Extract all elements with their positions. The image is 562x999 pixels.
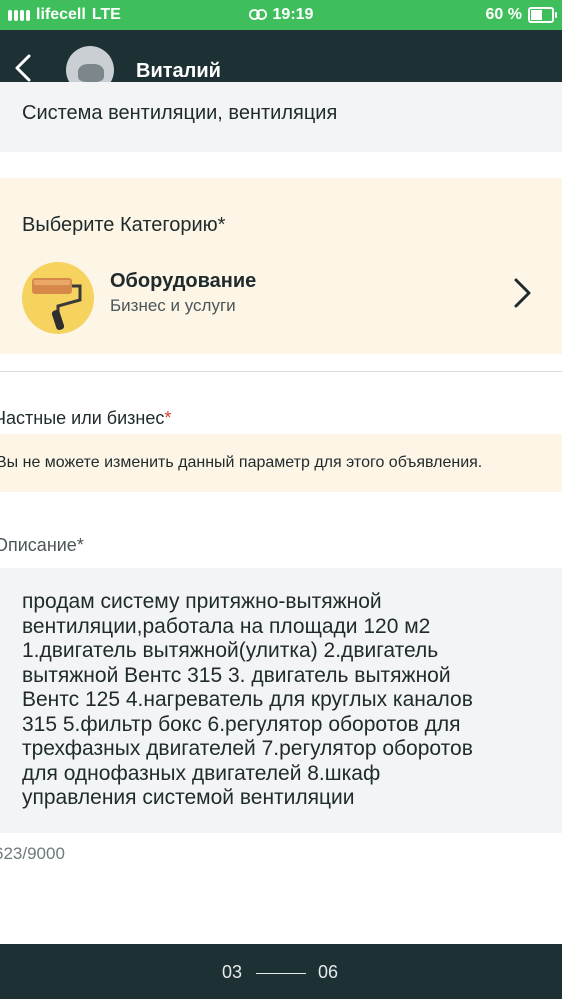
- category-name: Оборудование: [110, 270, 257, 292]
- section-divider: [0, 371, 562, 372]
- battery-fill: [531, 10, 542, 20]
- vpn-link-icon: [248, 9, 267, 20]
- required-mark: *: [164, 408, 172, 428]
- description-line: продам систему притяжно-вытяжной: [22, 590, 382, 613]
- status-bar: lifecell LTE 19:19 60 %: [0, 0, 562, 30]
- clock: 19:19: [272, 6, 314, 23]
- battery-icon: [528, 7, 557, 23]
- category-label: Выберите Категорию*: [22, 214, 226, 236]
- ad-title-value: Система вентиляции, вентиляция: [22, 102, 338, 124]
- status-center: 19:19: [0, 6, 562, 24]
- description-label: Описание*: [0, 535, 84, 555]
- business-type-notice: Вы не можете изменить данный параметр дл…: [0, 434, 562, 492]
- image-pager: 03 06: [0, 944, 562, 999]
- description-line: 1.двигатель вытяжной(улитка) 2.двигатель: [22, 639, 439, 662]
- pager-current: 03: [222, 962, 243, 982]
- user-name[interactable]: Виталий: [136, 60, 221, 83]
- description-line: вытяжной Вентс 315 3. двигатель вытяжной: [22, 663, 451, 687]
- category-section[interactable]: Выберите Категорию* Оборудование Бизнес …: [0, 178, 562, 354]
- avatar-placeholder-icon: [78, 64, 104, 82]
- business-type-label: Частные или бизнес*: [0, 408, 171, 429]
- pager-total: 06: [318, 962, 339, 982]
- ad-form-screenshot: Система вентиляции, вентиляция Выберите …: [0, 82, 562, 944]
- description-line: вентиляции,работала на площади 120 м2: [22, 614, 431, 638]
- chat-header: Виталий: [0, 30, 562, 94]
- back-arrow-icon[interactable]: [12, 52, 36, 84]
- status-right: 60 %: [485, 6, 557, 24]
- description-line: трехфазных двигателей 7.регулятор оборот…: [22, 737, 473, 760]
- description-line: управления системой вентиляции: [22, 786, 355, 809]
- description-line: для однофазных двигателей 8.шкаф: [22, 761, 381, 785]
- pager-progress-line: [256, 973, 306, 974]
- description-line: 315 5.фильтр бокс 6.регулятор оборотов д…: [22, 712, 461, 736]
- chevron-right-icon[interactable]: [512, 276, 534, 310]
- description-textarea[interactable]: продам систему притяжно-вытяжной вентиля…: [0, 568, 562, 833]
- battery-percent: 60 %: [485, 6, 522, 23]
- paint-roller-icon: [22, 262, 94, 334]
- description-text: продам систему притяжно-вытяжной вентиля…: [22, 590, 542, 811]
- category-parent: Бизнес и услуги: [110, 296, 236, 315]
- description-line: Вентс 125 4.нагреватель для круглых кана…: [22, 688, 473, 711]
- business-type-notice-text: Вы не можете изменить данный параметр дл…: [0, 454, 483, 471]
- ad-title-field[interactable]: Система вентиляции, вентиляция: [0, 82, 562, 152]
- description-counter: 623/9000: [0, 844, 65, 863]
- business-type-label-text: Частные или бизнес: [0, 408, 165, 428]
